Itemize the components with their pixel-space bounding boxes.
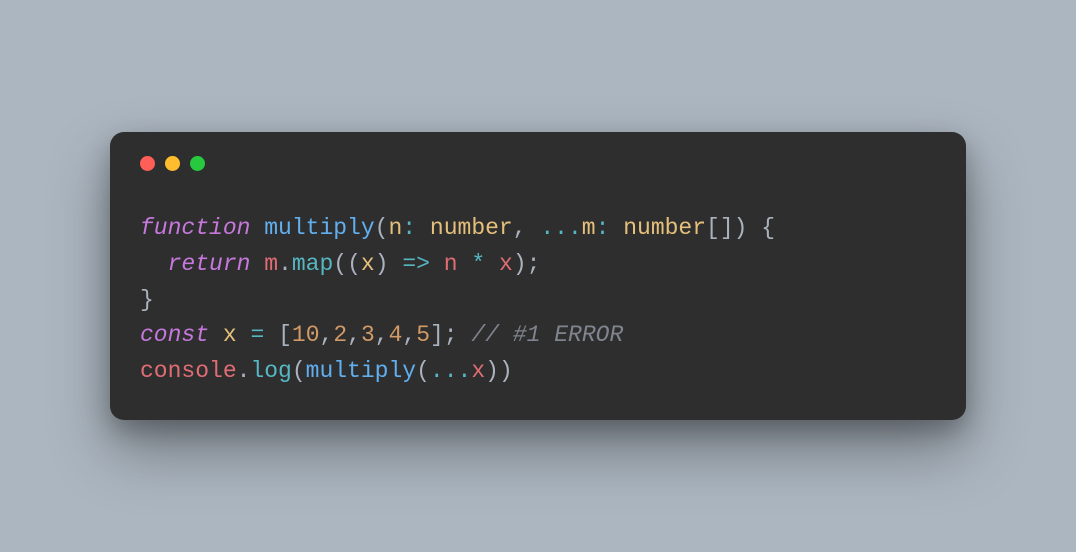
identifier-x: x: [499, 251, 513, 277]
param-m: m: [582, 215, 596, 241]
identifier-x: x: [471, 358, 485, 384]
type-number: number: [430, 215, 513, 241]
keyword-const: const: [140, 322, 209, 348]
spread-operator: ...: [540, 215, 581, 241]
keyword-return: return: [168, 251, 251, 277]
method-log: log: [250, 358, 291, 384]
identifier-console: console: [140, 358, 237, 384]
type-number: number: [623, 215, 706, 241]
function-call-multiply: multiply: [306, 358, 416, 384]
minimize-icon[interactable]: [165, 156, 180, 171]
param-x: x: [361, 251, 375, 277]
variable-x: x: [223, 322, 237, 348]
literal-number: 10: [292, 322, 320, 348]
comment-error: // #1 ERROR: [471, 322, 623, 348]
maximize-icon[interactable]: [190, 156, 205, 171]
method-map: map: [292, 251, 333, 277]
traffic-lights: [140, 156, 936, 171]
keyword-function: function: [140, 215, 250, 241]
code-window: function multiply(n: number, ...m: numbe…: [110, 132, 966, 419]
param-n: n: [388, 215, 402, 241]
close-icon[interactable]: [140, 156, 155, 171]
code-block: function multiply(n: number, ...m: numbe…: [140, 211, 936, 389]
arrow-operator: =>: [402, 251, 430, 277]
brace-close: }: [140, 287, 154, 313]
function-name: multiply: [264, 215, 374, 241]
identifier-m: m: [264, 251, 278, 277]
identifier-n: n: [444, 251, 458, 277]
spread-operator: ...: [430, 358, 471, 384]
multiply-operator: *: [471, 251, 485, 277]
